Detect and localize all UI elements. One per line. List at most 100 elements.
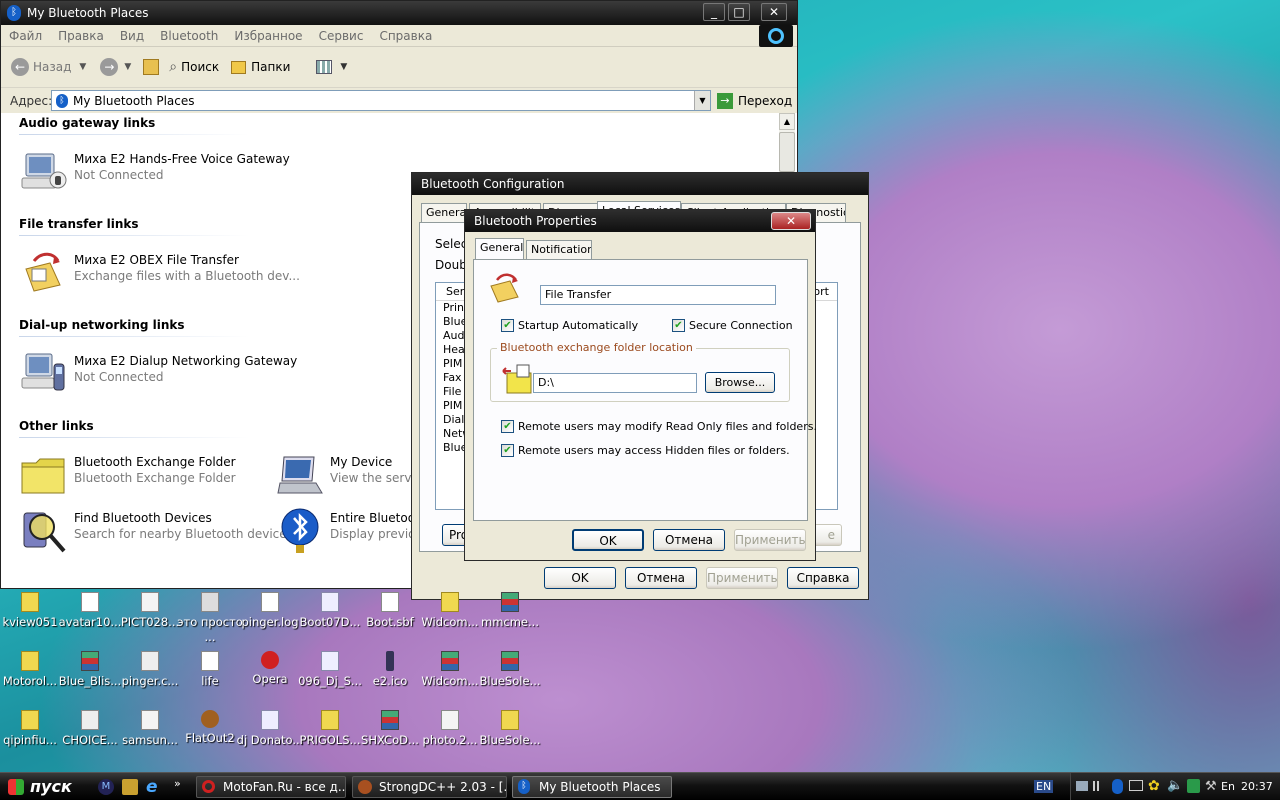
address-bar: Адрес: ᛒ My Bluetooth Places ▼ → Переход xyxy=(1,87,797,113)
properties-apply-button[interactable]: Применить xyxy=(734,529,806,551)
divider xyxy=(19,336,249,337)
strongdc-icon xyxy=(358,780,372,794)
task-strongdc[interactable]: StrongDC++ 2.03 - [... xyxy=(352,776,507,798)
bluetooth-icon: ᛒ xyxy=(56,93,68,108)
opera-icon xyxy=(261,651,279,669)
folder-path-field[interactable]: D:\ xyxy=(533,373,697,393)
volume-icon[interactable]: 🔈 xyxy=(1167,778,1183,793)
monitor-icon[interactable] xyxy=(1129,780,1143,791)
config-apply-button[interactable]: Применить xyxy=(706,567,778,589)
toolbar: ← Назад ▼ → ▼ ⌕ Поиск Папки ▼ xyxy=(1,47,797,87)
folder-icon xyxy=(441,592,459,612)
folder-icon xyxy=(21,592,39,612)
config-ok-button[interactable]: OK xyxy=(544,567,616,589)
computer-headset-icon xyxy=(20,148,68,196)
folder-icon xyxy=(21,710,39,730)
game-icon xyxy=(201,710,219,728)
language-short[interactable]: En xyxy=(1221,780,1235,793)
close-button[interactable]: ✕ xyxy=(771,212,811,230)
access-hidden-checkbox[interactable]: ✔ Remote users may access Hidden files or… xyxy=(501,444,790,457)
windows-flag-icon xyxy=(8,778,24,795)
properties-cancel-button[interactable]: Отмена xyxy=(653,529,725,551)
divider xyxy=(19,437,249,438)
task-bluetooth-places[interactable]: My Bluetooth Places xyxy=(512,776,672,798)
service-name-field[interactable]: File Transfer xyxy=(540,285,776,305)
desktop-icon[interactable]: BlueSole... xyxy=(470,651,550,689)
file-icon xyxy=(81,710,99,730)
tab-notifications[interactable]: Notifications xyxy=(526,240,592,260)
item-my-device[interactable]: My Device View the service xyxy=(276,451,429,499)
laptop-icon xyxy=(276,451,324,499)
maximize-button[interactable]: □ xyxy=(728,3,750,21)
search-button[interactable]: ⌕ Поиск xyxy=(169,59,219,75)
properties-ok-button[interactable]: OK xyxy=(572,529,644,551)
item-find-devices[interactable]: Find Bluetooth Devices Search for nearby … xyxy=(20,507,297,555)
desktop-icon[interactable]: mmcme... xyxy=(470,592,550,630)
task-motofan[interactable]: MotoFan.Ru - все д... xyxy=(196,776,346,798)
tab-general[interactable]: General xyxy=(421,203,467,223)
windows-logo-icon xyxy=(759,25,793,47)
file-transfer-icon xyxy=(488,272,522,304)
quicklaunch-icon[interactable] xyxy=(122,779,138,795)
chevron-right-icon[interactable]: » xyxy=(174,777,181,790)
ie-icon[interactable]: e xyxy=(146,777,158,797)
address-field[interactable]: ᛒ My Bluetooth Places ▼ xyxy=(51,90,711,111)
item-entire-bluetooth[interactable]: Entire Bluetooth Display previou xyxy=(276,507,427,555)
app-tray-icon[interactable] xyxy=(1187,779,1200,793)
tab-general[interactable]: General xyxy=(475,238,524,260)
bluetooth-tray-icon[interactable] xyxy=(1112,779,1123,794)
back-button[interactable]: ← Назад ▼ xyxy=(11,58,86,76)
signal-icon[interactable] xyxy=(1093,781,1107,791)
properties-titlebar[interactable]: Bluetooth Properties ✕ xyxy=(465,210,815,232)
folders-icon xyxy=(231,60,247,74)
chevron-down-icon[interactable]: ▼ xyxy=(340,62,347,72)
bluetooth-globe-icon xyxy=(276,507,324,555)
item-exchange-folder[interactable]: Bluetooth Exchange Folder Bluetooth Excha… xyxy=(20,451,236,499)
menu-bluetooth[interactable]: Bluetooth xyxy=(152,29,226,43)
go-button[interactable]: → Переход xyxy=(717,92,792,109)
scroll-up-button[interactable]: ▲ xyxy=(779,113,795,130)
image-file-icon xyxy=(441,710,459,730)
bluetooth-properties-dialog: Bluetooth Properties ✕ General Notificat… xyxy=(464,209,817,561)
menu-edit[interactable]: Правка xyxy=(50,29,112,43)
network-icon[interactable] xyxy=(1076,781,1088,791)
check-icon: ✔ xyxy=(501,420,514,433)
config-cancel-button[interactable]: Отмена xyxy=(625,567,697,589)
config-help-button[interactable]: Справка xyxy=(787,567,859,589)
forward-button[interactable]: → xyxy=(100,58,119,76)
archive-icon xyxy=(81,651,99,671)
scroll-thumb[interactable] xyxy=(779,132,795,172)
item-dialup-gateway[interactable]: Миха E2 Dialup Networking Gateway Not Con… xyxy=(20,350,297,398)
startup-checkbox[interactable]: ✔ Startup Automatically xyxy=(501,319,638,332)
motorola-icon[interactable]: M xyxy=(98,779,114,795)
flower-icon[interactable]: ✿ xyxy=(1148,778,1160,794)
close-button[interactable]: ✕ xyxy=(761,3,787,21)
item-voice-gateway[interactable]: Миха E2 Hands-Free Voice Gateway Not Conn… xyxy=(20,148,290,196)
menu-help[interactable]: Справка xyxy=(371,29,440,43)
menu-view[interactable]: Вид xyxy=(112,29,152,43)
browse-button[interactable]: Browse... xyxy=(705,372,775,393)
clock[interactable]: 20:37 xyxy=(1241,780,1273,793)
folder-icon xyxy=(321,710,339,730)
start-button[interactable]: пуск xyxy=(0,773,88,800)
explorer-titlebar[interactable]: ᛒ My Bluetooth Places _ □ ✕ xyxy=(1,1,797,25)
tool-tray-icon[interactable]: ⚒ xyxy=(1205,779,1217,794)
desktop-icon[interactable]: BlueSole... xyxy=(470,710,550,748)
folders-button[interactable]: Папки xyxy=(231,60,290,74)
menu-favorites[interactable]: Избранное xyxy=(226,29,310,43)
views-icon[interactable] xyxy=(316,60,333,74)
chevron-down-icon[interactable]: ▼ xyxy=(124,62,131,72)
menu-file[interactable]: Файл xyxy=(1,29,50,43)
config-titlebar[interactable]: Bluetooth Configuration xyxy=(412,173,868,195)
menu-tools[interactable]: Сервис xyxy=(311,29,372,43)
check-icon: ✔ xyxy=(672,319,685,332)
language-indicator[interactable]: EN xyxy=(1034,780,1054,793)
bluetooth-icon: ᛒ xyxy=(7,5,21,21)
image-file-icon xyxy=(321,592,339,612)
item-obex-transfer[interactable]: Миха E2 OBEX File Transfer Exchange files… xyxy=(20,249,300,297)
modify-readonly-checkbox[interactable]: ✔ Remote users may modify Read Only files… xyxy=(501,420,817,433)
minimize-button[interactable]: _ xyxy=(703,3,725,21)
address-dropdown-button[interactable]: ▼ xyxy=(694,91,710,110)
up-folder-icon[interactable] xyxy=(143,59,160,75)
secure-checkbox[interactable]: ✔ Secure Connection xyxy=(672,319,793,332)
